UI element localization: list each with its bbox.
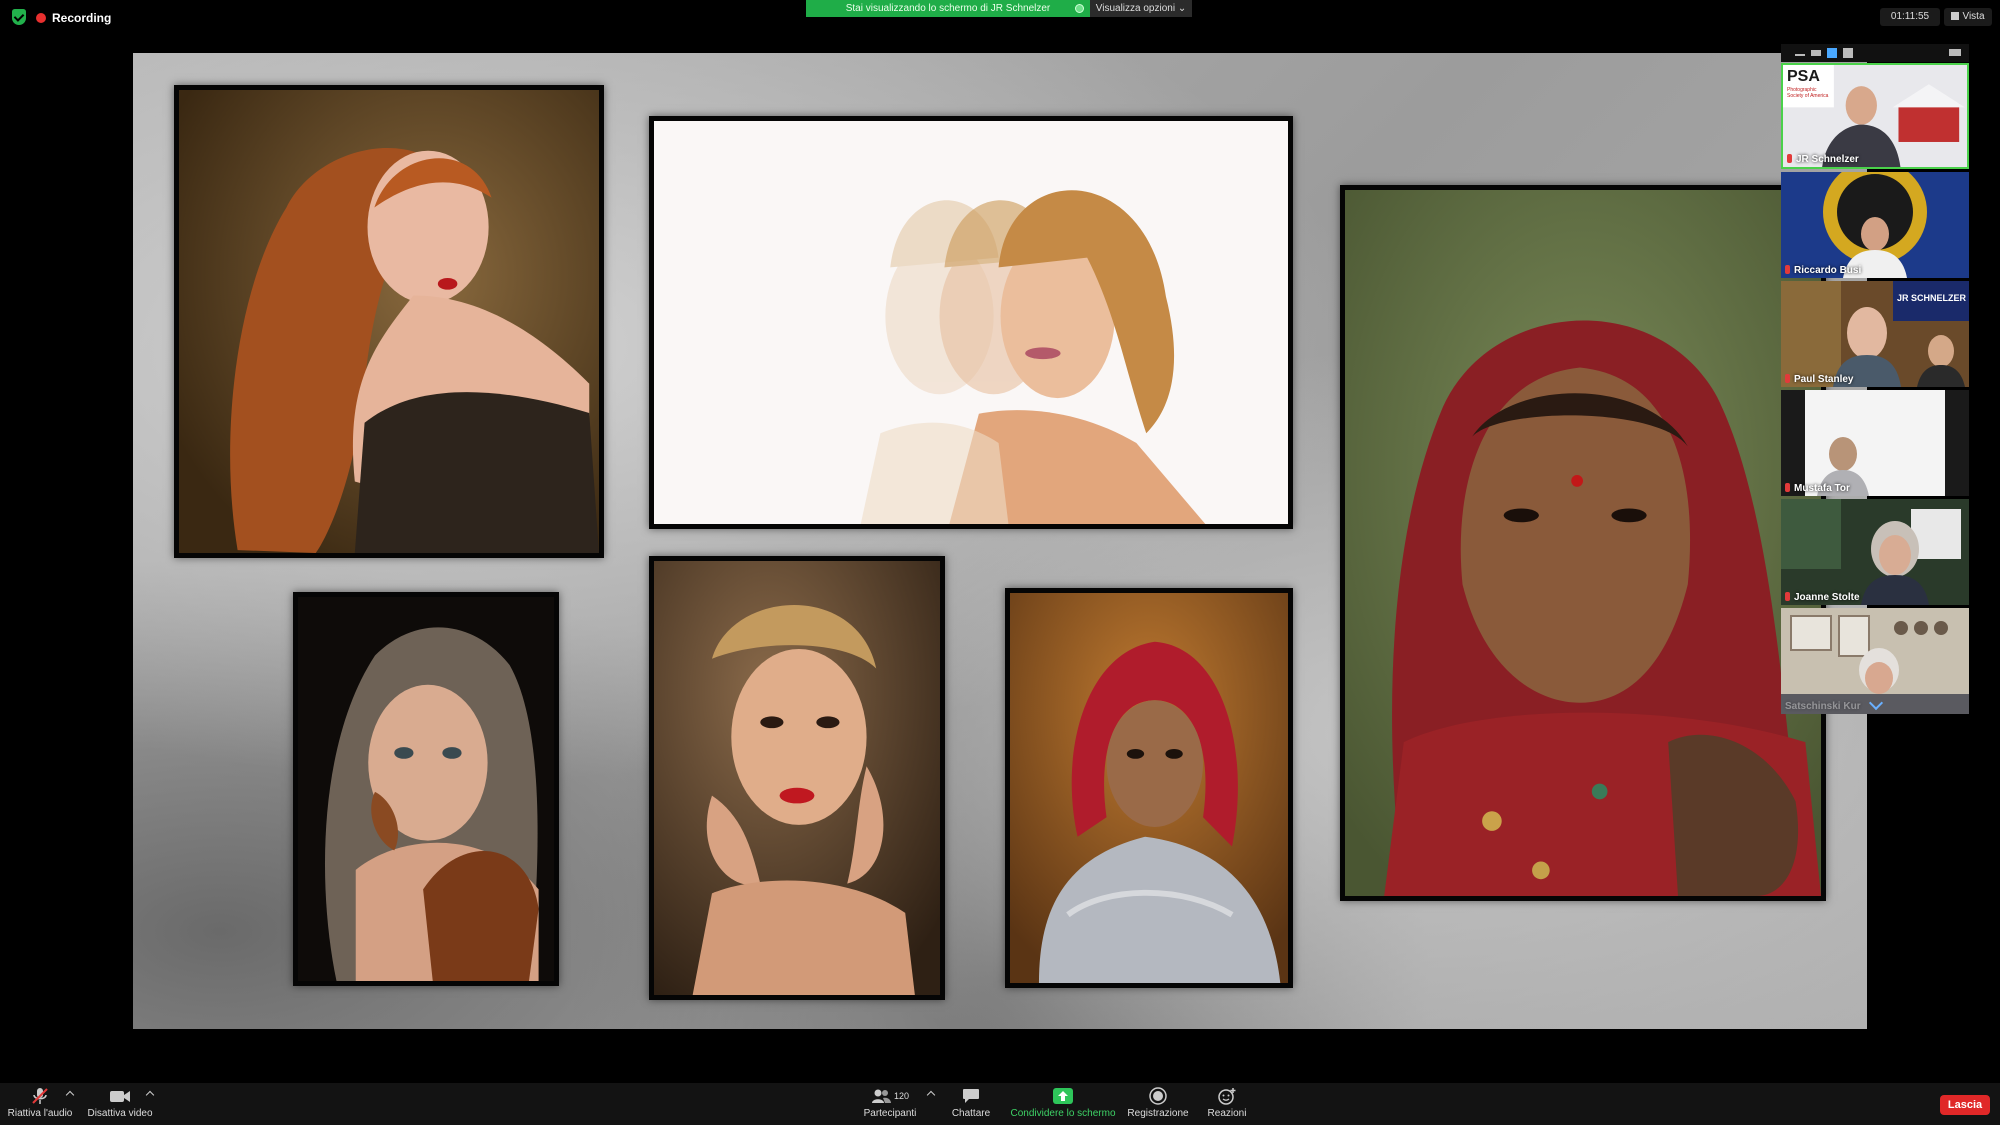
portrait-woman-red-scarf [1340, 185, 1826, 901]
grid-view-icon [1951, 12, 1960, 20]
mic-muted-icon [1785, 483, 1790, 492]
smiley-plus-icon [1218, 1088, 1236, 1105]
mic-muted-icon [1785, 374, 1790, 383]
participant-name: Joanne Stolte [1785, 592, 1860, 603]
top-bar: Recording Stai visualizzando lo schermo … [0, 0, 2000, 52]
psa-logo-subtitle: Photographic Society of America [1787, 87, 1829, 99]
portrait-red-hair-woman [174, 85, 604, 558]
shared-screen-slide [133, 53, 1867, 1029]
unmute-audio-button[interactable]: Riattiva l'audio [4, 1087, 76, 1119]
mic-muted-icon [32, 1088, 48, 1104]
pop-out-panel-icon[interactable] [1949, 49, 1961, 56]
meeting-controls-bar: Riattiva l'audio Disattiva video 120 Par… [0, 1083, 2000, 1125]
portrait-blonde-woman [649, 556, 945, 1000]
thumbnail-view-icon[interactable] [1811, 50, 1821, 56]
chat-button[interactable]: Chattare [942, 1087, 1000, 1119]
minimize-panel-icon[interactable] [1795, 54, 1805, 56]
meeting-timer: 01:11:55 [1880, 8, 1940, 26]
share-message-text: Stai visualizzando lo schermo di JR Schn… [845, 3, 1051, 14]
participant-name: Satschinski Kur [1785, 701, 1861, 712]
record-label: Registrazione [1127, 1108, 1189, 1119]
view-options-button[interactable]: Visualizza opzioni ⌄ [1090, 0, 1192, 17]
chat-label: Chattare [951, 1108, 991, 1119]
recording-dot-icon [36, 13, 46, 23]
participant-tile-satschinski[interactable]: Satschinski Kur [1781, 608, 1969, 714]
view-label: Vista [1962, 11, 1985, 22]
share-label: Condividere lo schermo [1010, 1108, 1116, 1119]
psa-logo-text: PSA [1787, 68, 1820, 85]
participant-name: Paul Stanley [1785, 374, 1853, 385]
participants-button[interactable]: 120 Partecipanti [856, 1087, 924, 1119]
gallery-view-controls [1781, 44, 1969, 62]
participant-tile-joanne-stolte[interactable]: Joanne Stolte [1781, 499, 1969, 605]
participant-tile-mustafa-tor[interactable]: Mustafa Tor [1781, 390, 1969, 496]
video-label: Disattiva video [87, 1108, 153, 1119]
audio-label: Riattiva l'audio [7, 1108, 73, 1119]
video-camera-icon [110, 1091, 130, 1102]
record-button[interactable]: Registrazione [1124, 1087, 1192, 1119]
screen-share-banner: Stai visualizzando lo schermo di JR Schn… [806, 0, 1192, 17]
participant-name: Riccardo Busi [1785, 265, 1861, 276]
participants-count: 120 [893, 1091, 910, 1101]
chat-bubble-icon [963, 1089, 979, 1103]
speaker-strip-view-icon[interactable] [1827, 48, 1837, 58]
record-icon [1149, 1087, 1167, 1105]
participant-tile-paul-stanley[interactable]: JR SCHNELZER Paul Stanley [1781, 281, 1969, 387]
participant-tile-riccardo-busi[interactable]: Riccardo Busi [1781, 172, 1969, 278]
participant-name: Mustafa Tor [1785, 483, 1850, 494]
share-message: Stai visualizzando lo schermo di JR Schn… [806, 0, 1090, 17]
people-icon [871, 1089, 891, 1103]
gallery-grid-view-icon[interactable] [1843, 48, 1853, 58]
participant-name: JR Schnelzer [1787, 154, 1859, 165]
event-banner-title: JR SCHNELZER [1897, 293, 1967, 303]
recording-indicator[interactable]: Recording [36, 9, 111, 27]
stop-video-button[interactable]: Disattiva video [84, 1087, 156, 1119]
portrait-girl-red-headscarf [1005, 588, 1293, 988]
mic-muted-icon [1787, 154, 1792, 163]
security-shield-icon[interactable] [12, 9, 26, 25]
portrait-triple-exposure [649, 116, 1293, 529]
view-button[interactable]: Vista [1944, 8, 1992, 26]
share-status-icon [1075, 4, 1084, 13]
share-screen-icon [1053, 1088, 1073, 1104]
mic-muted-icon [1785, 265, 1790, 274]
share-screen-button[interactable]: Condividere lo schermo [1004, 1087, 1122, 1119]
participants-label: Partecipanti [863, 1108, 917, 1119]
participant-tile-jr-schnelzer[interactable]: PSA Photographic Society of America JR S… [1781, 63, 1969, 169]
view-options-label: Visualizza opzioni [1095, 3, 1176, 14]
recording-label: Recording [52, 11, 112, 25]
reactions-label: Reazioni [1207, 1108, 1247, 1119]
reactions-button[interactable]: Reazioni [1200, 1087, 1254, 1119]
portrait-chocolate-woman [293, 592, 559, 986]
participants-options-caret[interactable] [926, 1090, 936, 1100]
leave-meeting-button[interactable]: Lascia [1940, 1095, 1990, 1115]
mic-muted-icon [1785, 592, 1790, 601]
